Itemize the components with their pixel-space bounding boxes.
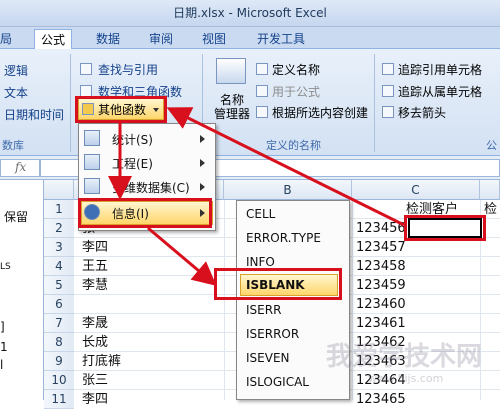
arrow-to-isblank [147,226,217,286]
watermark-text: 我爱学技术网 [326,342,483,372]
arrow-to-other-functions [166,107,405,227]
watermark-url: www.5ijs.com [368,372,444,385]
